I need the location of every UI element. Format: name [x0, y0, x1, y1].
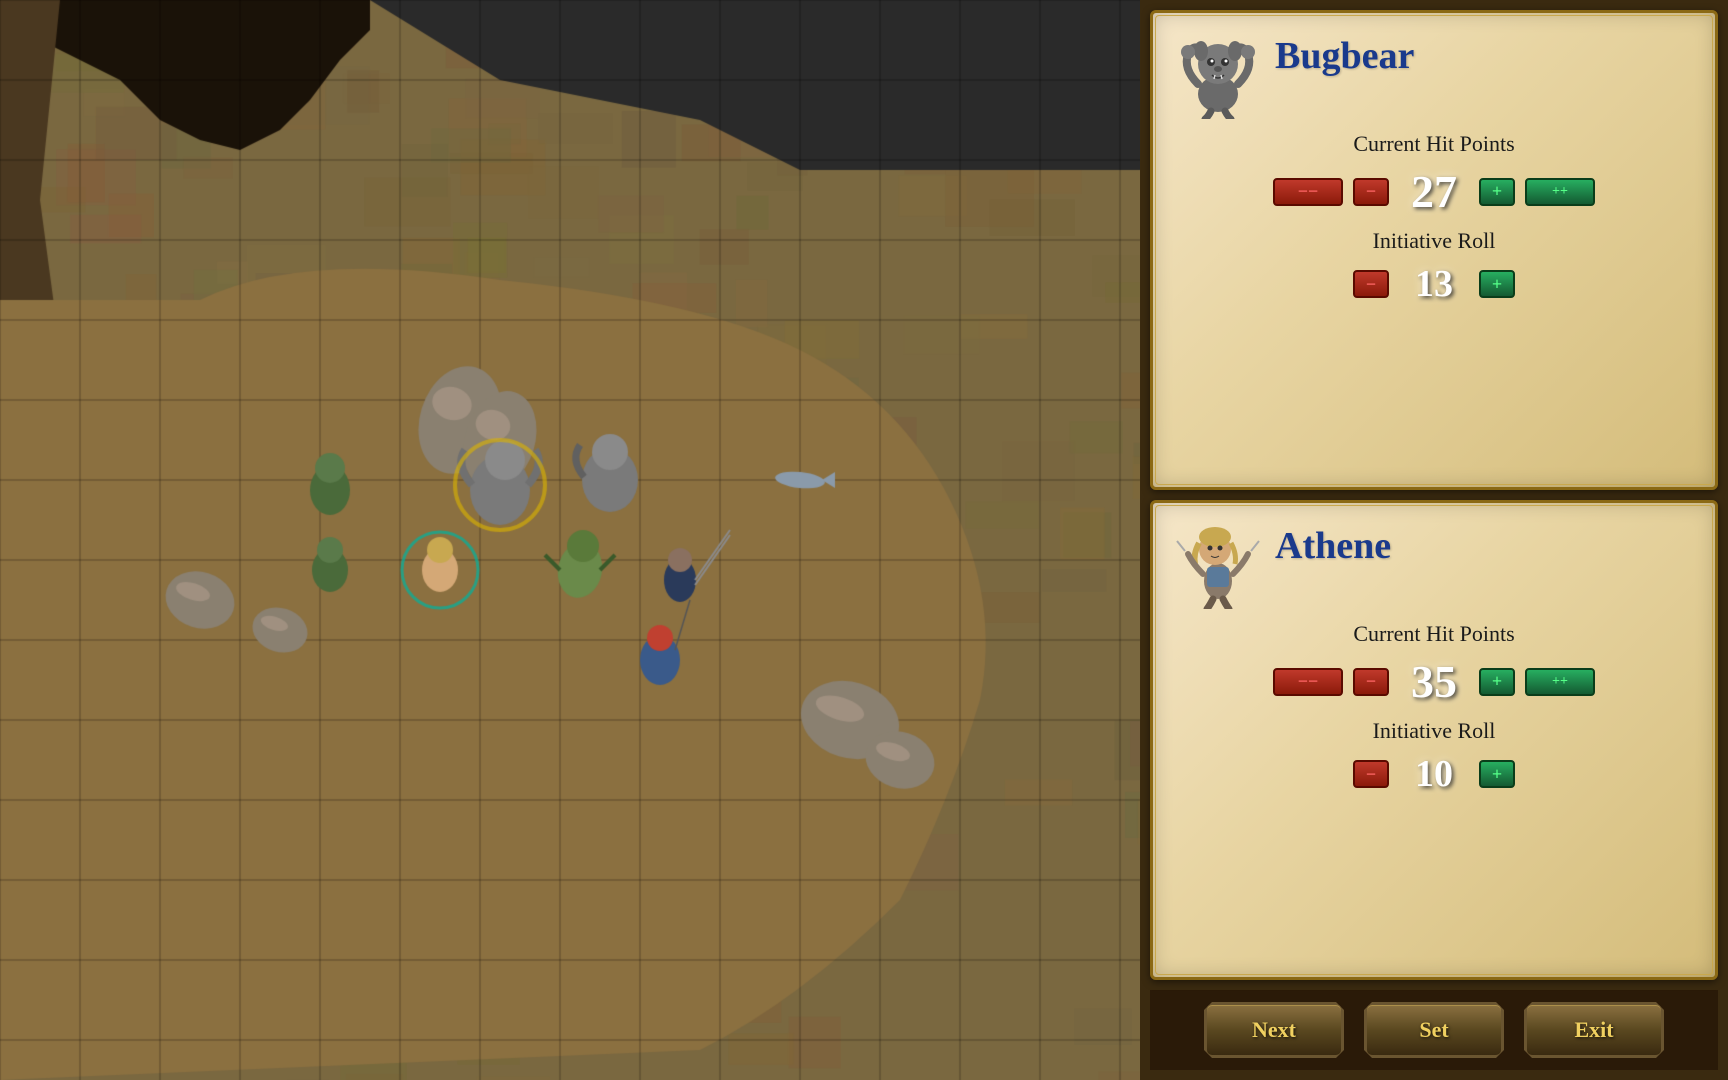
right-panel: Bugbear Current Hit Points −− − 27 + ++ …	[1140, 0, 1728, 1080]
bugbear-init-plus[interactable]: +	[1479, 270, 1515, 298]
athene-hp-value: 35	[1399, 655, 1469, 708]
next-button[interactable]: Next	[1204, 1002, 1344, 1058]
athene-init-row: − 10 +	[1173, 752, 1695, 796]
athene-init-minus[interactable]: −	[1353, 760, 1389, 788]
athene-hp-minus[interactable]: −	[1353, 668, 1389, 696]
bugbear-hp-row: −− − 27 + ++	[1173, 165, 1695, 218]
bugbear-init-minus[interactable]: −	[1353, 270, 1389, 298]
set-button[interactable]: Set	[1364, 1002, 1504, 1058]
athene-name: Athene	[1275, 519, 1391, 565]
bugbear-hp-minus-double[interactable]: −−	[1273, 178, 1343, 206]
bugbear-hp-plus[interactable]: +	[1479, 178, 1515, 206]
bugbear-art	[1173, 29, 1263, 119]
bugbear-init-label: Initiative Roll	[1173, 228, 1695, 254]
bugbear-hp-minus[interactable]: −	[1353, 178, 1389, 206]
athene-init-value: 10	[1399, 752, 1469, 796]
athene-init-plus[interactable]: +	[1479, 760, 1515, 788]
bugbear-hp-plus-double[interactable]: ++	[1525, 178, 1595, 206]
athene-art	[1173, 519, 1263, 609]
bugbear-name: Bugbear	[1275, 29, 1414, 75]
athene-hp-minus-double[interactable]: −−	[1273, 668, 1343, 696]
bottom-buttons: Next Set Exit	[1150, 990, 1718, 1070]
athene-init-label: Initiative Roll	[1173, 718, 1695, 744]
bugbear-init-value: 13	[1399, 262, 1469, 306]
bugbear-hp-label: Current Hit Points	[1173, 131, 1695, 157]
bugbear-hp-value: 27	[1399, 165, 1469, 218]
athene-portrait	[1173, 519, 1263, 609]
map-canvas	[0, 0, 1140, 1080]
map-area	[0, 0, 1140, 1080]
exit-button[interactable]: Exit	[1524, 1002, 1664, 1058]
athene-hp-plus[interactable]: +	[1479, 668, 1515, 696]
bugbear-portrait	[1173, 29, 1263, 119]
bugbear-card: Bugbear Current Hit Points −− − 27 + ++ …	[1150, 10, 1718, 490]
bugbear-init-row: − 13 +	[1173, 262, 1695, 306]
athene-hp-plus-double[interactable]: ++	[1525, 668, 1595, 696]
athene-hp-row: −− − 35 + ++	[1173, 655, 1695, 708]
athene-hp-label: Current Hit Points	[1173, 621, 1695, 647]
athene-card: Athene Current Hit Points −− − 35 + ++ I…	[1150, 500, 1718, 980]
